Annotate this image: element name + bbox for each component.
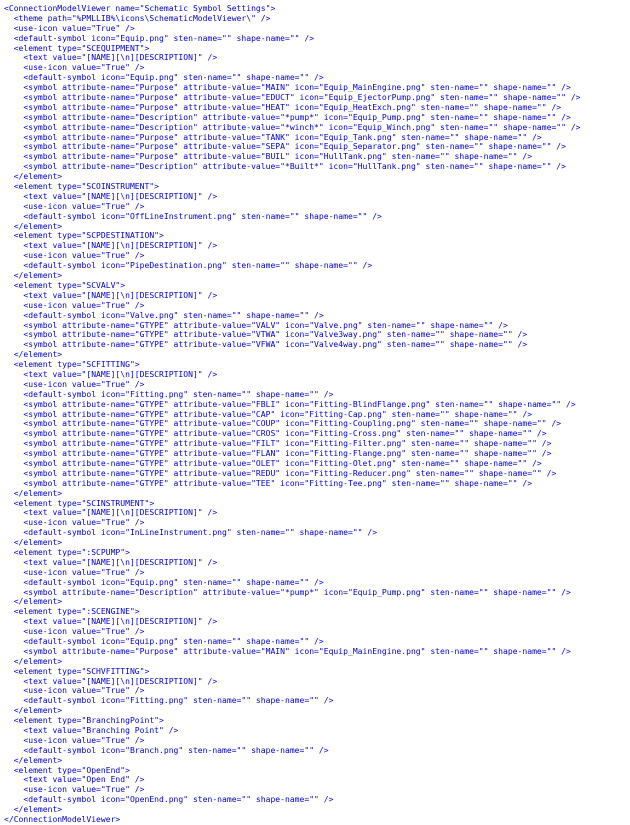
xml-line: <element type="SCPDESTINATION"> (4, 231, 164, 241)
xml-line: </element> (4, 271, 63, 281)
xml-line: <text value="Open End" /> (4, 775, 145, 785)
xml-line: <symbol attribute-name="GTYPE" attribute… (4, 330, 528, 340)
xml-line: <element type=":SCENGINE"> (4, 607, 140, 617)
xml-line: <symbol attribute-name="GTYPE" attribute… (4, 340, 528, 350)
xml-line: <symbol attribute-name="GTYPE" attribute… (4, 320, 508, 330)
xml-line: <use-icon value="True" /> (4, 567, 145, 577)
xml-line: <symbol attribute-name="Purpose" attribu… (4, 93, 581, 103)
xml-line: <element type="SCFITTING"> (4, 360, 140, 370)
xml-line: <element type="SCINSTRUMENT"> (4, 498, 155, 508)
xml-line: <use-icon value="True" /> (4, 63, 145, 73)
xml-line: <text value="[NAME][\n][DESCRIPTION]" /> (4, 676, 218, 686)
xml-line: <symbol attribute-name="Description" att… (4, 122, 581, 132)
xml-line: <symbol attribute-name="Purpose" attribu… (4, 646, 571, 656)
xml-line: <element type="SCEQUIPMENT"> (4, 43, 150, 53)
xml-line: <theme path="%PMLLIB%\icons\SchematicMod… (4, 13, 271, 23)
xml-line: </element> (4, 805, 63, 815)
xml-line: <element type="OpenEnd"> (4, 765, 130, 775)
xml-line: </element> (4, 488, 63, 498)
xml-line: <default-symbol icon="OpenEnd.png" sten-… (4, 795, 334, 805)
xml-line: </element> (4, 221, 63, 231)
xml-line: <use-icon value="True" /> (4, 627, 145, 637)
xml-line: <symbol attribute-name="Description" att… (4, 162, 566, 172)
xml-line: <symbol attribute-name="GTYPE" attribute… (4, 478, 533, 488)
xml-line: <text value="[NAME][\n][DESCRIPTION]" /> (4, 290, 218, 300)
xml-line: <symbol attribute-name="GTYPE" attribute… (4, 449, 552, 459)
xml-line: <default-symbol icon="Fitting.png" sten-… (4, 389, 334, 399)
xml-line: <use-icon value="True" /> (4, 686, 145, 696)
xml-line: <symbol attribute-name="Purpose" attribu… (4, 102, 562, 112)
xml-line: <symbol attribute-name="Purpose" attribu… (4, 142, 566, 152)
xml-line: <element type=":SCPUMP"> (4, 547, 130, 557)
xml-line: </element> (4, 656, 63, 666)
xml-line: <default-symbol icon="Fitting.png" sten-… (4, 696, 334, 706)
xml-line: <text value="[NAME][\n][DESCRIPTION]" /> (4, 241, 218, 251)
xml-line: <symbol attribute-name="Description" att… (4, 587, 571, 597)
xml-line: <default-symbol icon="Equip.png" sten-na… (4, 33, 315, 43)
xml-line: <symbol attribute-name="GTYPE" attribute… (4, 468, 557, 478)
xml-line: <text value="[NAME][\n][DESCRIPTION]" /> (4, 53, 218, 63)
xml-line: <default-symbol icon="Equip.png" sten-na… (4, 73, 324, 83)
xml-line: <use-icon value="True" /> (4, 785, 145, 795)
xml-line: <element type="SCOINSTRUMENT"> (4, 182, 160, 192)
xml-line: <use-icon value="True" /> (4, 23, 135, 33)
xml-line: <symbol attribute-name="GTYPE" attribute… (4, 439, 552, 449)
xml-line: </element> (4, 350, 63, 360)
xml-line: <default-symbol icon="PipeDestination.pn… (4, 261, 373, 271)
xml-line: <default-symbol icon="InLineInstrument.p… (4, 528, 378, 538)
xml-line: <element type="SCVALV"> (4, 280, 126, 290)
xml-line: <symbol attribute-name="Purpose" attribu… (4, 152, 533, 162)
xml-line: <symbol attribute-name="GTYPE" attribute… (4, 458, 542, 468)
xml-line: </element> (4, 755, 63, 765)
xml-line: <element type="SCHVFITTING"> (4, 666, 150, 676)
xml-line: <text value="Branching Point" /> (4, 726, 179, 736)
xml-document: <ConnectionModelViewer name="Schematic S… (0, 0, 630, 824)
xml-line: <symbol attribute-name="Purpose" attribu… (4, 132, 542, 142)
xml-line: <use-icon value="True" /> (4, 518, 145, 528)
xml-line: <text value="[NAME][\n][DESCRIPTION]" /> (4, 369, 218, 379)
xml-line: <default-symbol icon="OffLineInstrument.… (4, 211, 382, 221)
xml-line: <symbol attribute-name="GTYPE" attribute… (4, 399, 576, 409)
xml-line: <element type="BranchingPoint"> (4, 716, 164, 726)
xml-line: <use-icon value="True" /> (4, 251, 145, 261)
xml-line: <symbol attribute-name="GTYPE" attribute… (4, 419, 562, 429)
xml-line: <default-symbol icon="Valve.png" sten-na… (4, 310, 324, 320)
xml-line: </ConnectionModelViewer> (4, 815, 121, 825)
xml-line: <symbol attribute-name="Purpose" attribu… (4, 83, 571, 93)
xml-line: <default-symbol icon="Equip.png" sten-na… (4, 577, 324, 587)
xml-line: <text value="[NAME][\n][DESCRIPTION]" /> (4, 508, 218, 518)
xml-line: </element> (4, 172, 63, 182)
xml-line: <default-symbol icon="Equip.png" sten-na… (4, 637, 324, 646)
xml-line: <text value="[NAME][\n][DESCRIPTION]" /> (4, 557, 218, 567)
xml-line: <symbol attribute-name="GTYPE" attribute… (4, 409, 533, 419)
xml-line: </element> (4, 538, 63, 548)
xml-line: <use-icon value="True" /> (4, 300, 145, 310)
xml-line: <symbol attribute-name="Description" att… (4, 112, 571, 122)
xml-line: <text value="[NAME][\n][DESCRIPTION]" /> (4, 617, 218, 627)
xml-line: <text value="[NAME][\n][DESCRIPTION]" /> (4, 191, 218, 201)
xml-line: </element> (4, 597, 63, 607)
xml-line: <use-icon value="True" /> (4, 379, 145, 389)
xml-line: <symbol attribute-name="GTYPE" attribute… (4, 429, 547, 439)
xml-line: <default-symbol icon="Branch.png" sten-n… (4, 745, 329, 755)
xml-line: </element> (4, 706, 63, 716)
xml-line: <use-icon value="True" /> (4, 201, 145, 211)
xml-line: <use-icon value="True" /> (4, 735, 145, 745)
xml-line: <ConnectionModelViewer name="Schematic S… (4, 4, 276, 13)
